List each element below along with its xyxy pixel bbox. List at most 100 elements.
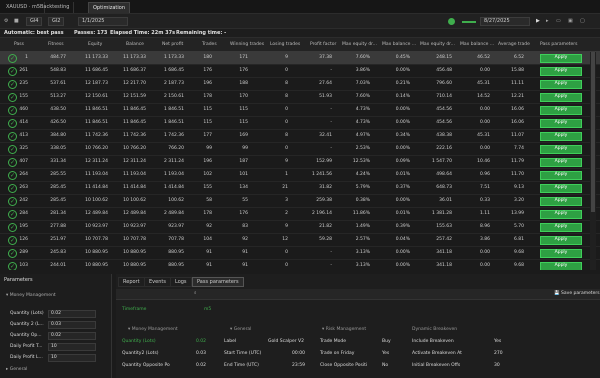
- tab-pass-parameters[interactable]: Pass parameters: [192, 277, 244, 287]
- save-parameters-button[interactable]: 💾 Save parameters: [554, 291, 600, 297]
- check-circle-icon: ✓: [8, 54, 17, 63]
- col-max-eq-dd-pct[interactable]: Max equity dr...: [342, 42, 377, 48]
- date-from-field[interactable]: 1/1/2025: [78, 17, 128, 26]
- apply-button[interactable]: Apply: [540, 158, 582, 167]
- cell-avg: 3.20: [513, 198, 524, 203]
- field-quantity-lots[interactable]: Quantity (Lots) 0.02: [6, 310, 106, 318]
- table-row[interactable]: ✓ 126 251.97 10 707.78 10 707.78 707.78 104 92 1…: [0, 234, 600, 247]
- col-max-bal-dd[interactable]: Max balance ...: [460, 42, 494, 48]
- section-general[interactable]: ▸ General: [6, 367, 27, 373]
- gen-key: End Time (UTC): [224, 363, 259, 368]
- check-circle-icon: ✓: [8, 67, 17, 76]
- group-dynamic-breakeven[interactable]: Dynamic Breakeven: [412, 327, 457, 333]
- table-row[interactable]: ✓ 261 548.83 11 686.45 11 686.37 1 686.45 176 1…: [0, 65, 600, 78]
- tab-backtesting[interactable]: Backtesting: [36, 2, 75, 13]
- field-quantity-2[interactable]: Quantity 2 (L... 0.03: [6, 321, 106, 329]
- table-row[interactable]: ✓ 1 484.77 11 173.33 11 173.33 1 173.33 180 171…: [0, 52, 600, 65]
- col-pass[interactable]: Pass: [14, 42, 24, 48]
- tab-events[interactable]: Events: [144, 277, 171, 287]
- toolbar-g1[interactable]: Gl4: [26, 17, 43, 26]
- apply-button[interactable]: Apply: [540, 93, 582, 102]
- col-trades[interactable]: Trades: [202, 42, 217, 48]
- stop-icon[interactable]: ■: [14, 17, 19, 26]
- card-icon[interactable]: ▭: [556, 17, 561, 26]
- table-row[interactable]: ✓ 264 285.55 11 193.04 11 193.04 1 193.04 102 1…: [0, 169, 600, 182]
- scrollbar-thumb[interactable]: [591, 52, 595, 212]
- apply-button[interactable]: Apply: [540, 197, 582, 206]
- col-profit-factor[interactable]: Profit factor: [310, 42, 336, 48]
- cell-mbd: 0.21%: [395, 81, 410, 86]
- table-row[interactable]: ✓ 413 384.80 11 742.36 11 742.36 1 742.36 177 1…: [0, 130, 600, 143]
- check-circle-icon: ✓: [8, 93, 17, 102]
- apply-button[interactable]: Apply: [540, 132, 582, 141]
- table-row[interactable]: ✓ 263 285.45 11 414.84 11 414.84 1 414.84 155 1…: [0, 182, 600, 195]
- table-row[interactable]: ✓ 235 537.61 12 187.73 12 217.70 2 187.73 196 1…: [0, 78, 600, 91]
- cell-equity: 11 742.36: [85, 133, 108, 138]
- table-row[interactable]: ✓ 414 426.50 11 846.51 11 846.45 1 846.51 115 1…: [0, 117, 600, 130]
- apply-button[interactable]: Apply: [540, 249, 582, 258]
- apply-button[interactable]: Apply: [540, 54, 582, 63]
- table-row[interactable]: ✓ 325 338.05 10 766.20 10 766.20 766.20 99 99 0 -…: [0, 143, 600, 156]
- progress-slider-knob[interactable]: [448, 18, 455, 25]
- col-winning[interactable]: Winning trades: [230, 42, 264, 48]
- search-icon[interactable]: ⌕: [194, 291, 197, 297]
- table-row[interactable]: ✓ 284 281.34 12 489.84 12 489.84 2 489.84 178 1…: [0, 208, 600, 221]
- date-to-field[interactable]: 8/27/2025: [480, 17, 530, 26]
- apply-button[interactable]: Apply: [540, 80, 582, 89]
- col-equity[interactable]: Equity: [88, 42, 102, 48]
- table-row[interactable]: ✓ 407 331.34 12 311.24 12 311.24 2 311.24 196 1…: [0, 156, 600, 169]
- cell-equity: 11 193.04: [85, 172, 108, 177]
- apply-button[interactable]: Apply: [540, 184, 582, 193]
- group-general[interactable]: ▾ General: [230, 327, 251, 333]
- field-daily-profit-t[interactable]: Daily Profit T... 10: [6, 343, 106, 351]
- apply-button[interactable]: Apply: [540, 67, 582, 76]
- window-icon[interactable]: ▣: [568, 17, 573, 26]
- col-losing[interactable]: Losing trades: [270, 42, 300, 48]
- group-risk-management[interactable]: ▾ Risk Management: [322, 327, 366, 333]
- field-value[interactable]: 10: [48, 343, 96, 351]
- monitor-icon[interactable]: ▢: [580, 17, 585, 26]
- field-quantity-op[interactable]: Quantity Op... 0.02: [6, 332, 106, 340]
- mm-key: Quantity Opposite Po: [122, 363, 170, 368]
- play-small-icon[interactable]: ▸: [546, 17, 549, 26]
- field-value[interactable]: 0.03: [48, 321, 96, 329]
- progress-slider[interactable]: [462, 21, 476, 23]
- group-money-management[interactable]: ▾ Money Management: [128, 327, 178, 333]
- table-row[interactable]: ✓ 155 513.27 12 150.61 12 151.59 2 150.61 178 1…: [0, 91, 600, 104]
- settings-icon[interactable]: ⚙: [4, 17, 8, 26]
- table-row[interactable]: ✓ 289 245.83 10 880.95 10 880.95 880.95 91 91 0 -…: [0, 247, 600, 260]
- col-balance[interactable]: Balance: [126, 42, 144, 48]
- col-pass-params[interactable]: Pass parameters: [540, 42, 578, 48]
- col-fitness[interactable]: Fitness: [48, 42, 64, 48]
- col-net-profit[interactable]: Net profit: [162, 42, 183, 48]
- table-row[interactable]: ✓ 242 285.45 10 100.62 10 100.62 100.62 58 55 3 2…: [0, 195, 600, 208]
- col-avg-trade[interactable]: Average trade: [498, 42, 530, 48]
- table-row[interactable]: ✓ 460 438.50 11 846.51 11 846.45 1 846.51 115 1…: [0, 104, 600, 117]
- apply-button[interactable]: Apply: [540, 171, 582, 180]
- apply-button[interactable]: Apply: [540, 262, 582, 270]
- field-value[interactable]: 10: [48, 354, 96, 362]
- tab-optimization[interactable]: Optimization: [88, 2, 130, 13]
- section-money-management[interactable]: ▾ Money Management: [6, 293, 56, 299]
- cell-trades: 104: [203, 237, 212, 242]
- apply-button[interactable]: Apply: [540, 106, 582, 115]
- apply-button[interactable]: Apply: [540, 210, 582, 219]
- apply-button[interactable]: Apply: [540, 236, 582, 245]
- field-value[interactable]: 0.02: [48, 310, 96, 318]
- cell-avg: 16.06: [511, 107, 524, 112]
- col-max-bal-dd-pct[interactable]: Max balance ...: [382, 42, 416, 48]
- tab-logs[interactable]: Logs: [170, 277, 192, 287]
- col-max-eq-dd[interactable]: Max equity dr...: [420, 42, 455, 48]
- apply-button[interactable]: Apply: [540, 145, 582, 154]
- cell-mbd: 0.00%: [395, 263, 410, 268]
- field-value[interactable]: 0.02: [48, 332, 96, 340]
- table-scrollbar[interactable]: [590, 52, 596, 270]
- apply-button[interactable]: Apply: [540, 119, 582, 128]
- field-daily-profit-l[interactable]: Daily Profit L... 10: [6, 354, 106, 362]
- table-row[interactable]: ✓ 103 244.01 10 880.95 10 880.95 880.95 91 91 0 -…: [0, 260, 600, 270]
- table-row[interactable]: ✓ 195 277.88 10 923.97 10 923.97 923.97 92 83 9 2…: [0, 221, 600, 234]
- play-icon[interactable]: ▶: [536, 17, 540, 26]
- tab-report[interactable]: Report: [118, 277, 145, 287]
- toolbar-g2[interactable]: Gl2: [48, 17, 65, 26]
- apply-button[interactable]: Apply: [540, 223, 582, 232]
